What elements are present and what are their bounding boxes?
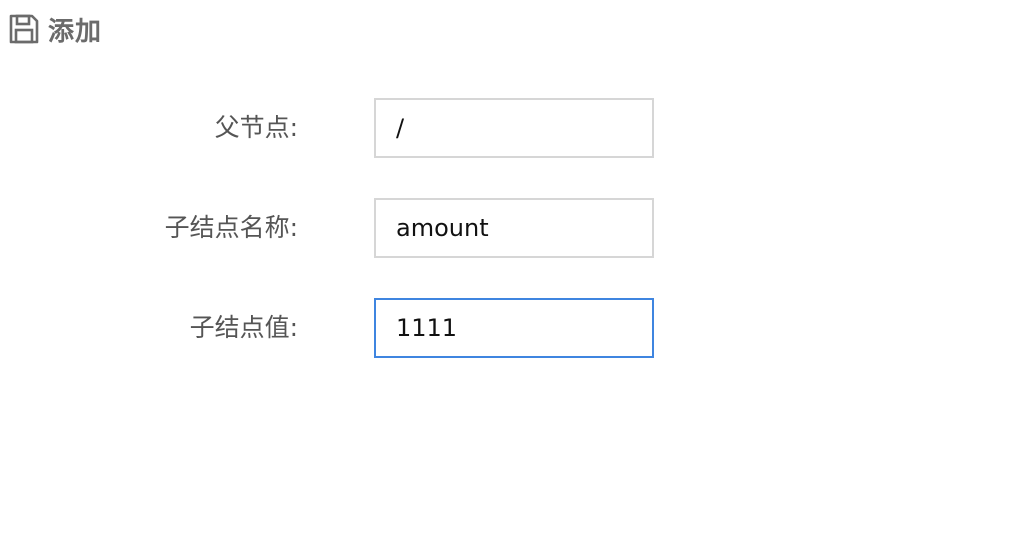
save-icon [8, 13, 40, 45]
parent-node-row: 父节点: [0, 98, 1010, 158]
child-value-input[interactable] [374, 298, 654, 358]
add-button-label: 添加 [48, 16, 103, 47]
parent-node-input[interactable] [374, 98, 654, 158]
child-name-row: 子结点名称: [0, 198, 1010, 258]
parent-node-label: 父节点: [214, 113, 298, 142]
child-name-input[interactable] [374, 198, 654, 258]
child-name-label: 子结点名称: [164, 213, 298, 242]
child-value-label: 子结点值: [189, 313, 298, 342]
child-value-row: 子结点值: [0, 298, 1010, 358]
add-button[interactable]: 添加 [8, 11, 102, 47]
